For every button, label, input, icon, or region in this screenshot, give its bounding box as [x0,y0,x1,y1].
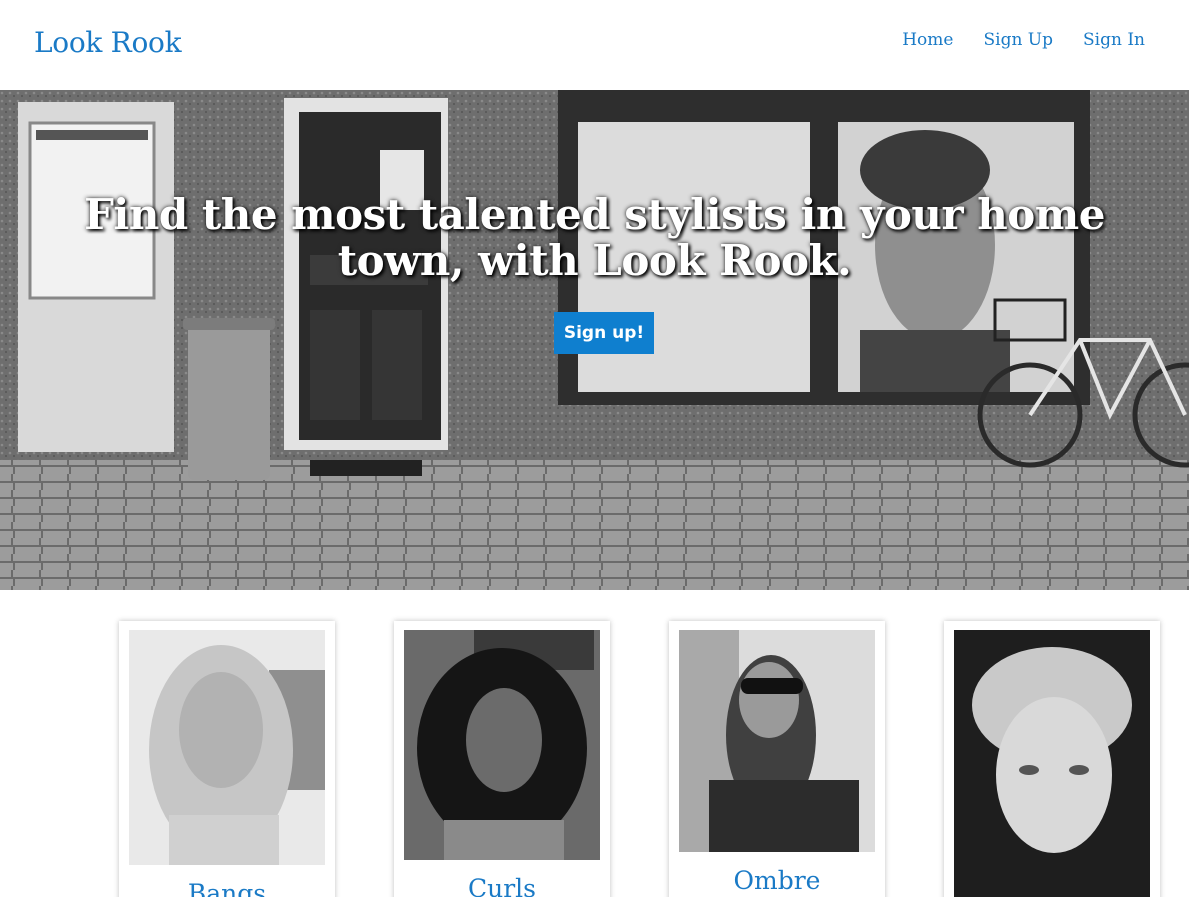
nav-home-link[interactable]: Home [902,30,953,50]
style-label-ombre: Ombre [733,866,821,895]
style-photo-bangs [129,630,325,865]
nav-signup-link[interactable]: Sign Up [983,30,1053,50]
brand-logo-link[interactable]: Look Rook [34,26,182,59]
site-header: Look Rook Home Sign Up Sign In [0,0,1189,90]
hero-banner: Find the most talented stylists in your … [0,90,1189,590]
main-nav: Home Sign Up Sign In [902,30,1145,50]
style-label-curls: Curls [467,874,536,897]
style-card-ombre[interactable]: Ombre [669,621,885,897]
style-card-bangs[interactable]: Bangs [119,621,335,897]
style-photo-curls [404,630,600,860]
style-label-bangs: Bangs [187,879,267,897]
style-photo-ombre [679,630,875,852]
style-card-curls[interactable]: Curls [394,621,610,897]
style-gallery: Bangs Curls Ombre [0,590,1189,897]
nav-signin-link[interactable]: Sign In [1083,30,1145,50]
hero-headline: Find the most talented stylists in your … [84,190,1105,285]
style-photo-pixie [954,630,1150,897]
style-card-pixie[interactable] [944,621,1160,897]
hero-signup-button[interactable]: Sign up! [554,312,654,354]
